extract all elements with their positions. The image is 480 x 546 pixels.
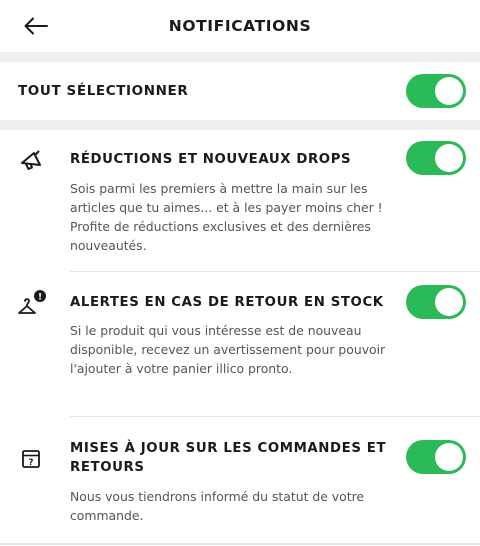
row-separator <box>70 271 480 272</box>
svg-text:?: ? <box>29 458 34 468</box>
option-description: Nous vous tiendrons informé du statut de… <box>70 489 365 523</box>
section-divider <box>0 52 480 62</box>
toggle-knob <box>435 77 463 105</box>
megaphone-icon <box>21 150 41 170</box>
restock-alerts-toggle[interactable] <box>406 285 466 319</box>
toggle-knob <box>435 144 463 172</box>
select-all-toggle[interactable] <box>406 74 466 108</box>
select-all-row: TOUT SÉLECTIONNER <box>0 62 480 120</box>
page-title: NOTIFICATIONS <box>168 17 312 35</box>
option-title: ALERTES EN CAS DE RETOUR EN STOCK <box>70 295 384 310</box>
header-bar: NOTIFICATIONS <box>0 0 480 52</box>
package-question-icon: ? <box>22 450 40 468</box>
reductions-toggle[interactable] <box>406 141 466 175</box>
option-title: RÉDUCTIONS ET NOUVEAUX DROPS <box>70 152 352 167</box>
bottom-divider <box>0 543 480 545</box>
option-description: Sois parmi les premiers à mettre la main… <box>70 181 383 253</box>
toggle-knob <box>435 443 463 471</box>
option-title: MISES À JOUR SUR LES COMMANDES ET RETOUR… <box>70 441 387 475</box>
toggle-knob <box>435 288 463 316</box>
row-separator <box>70 416 480 417</box>
order-updates-toggle[interactable] <box>406 440 466 474</box>
section-divider <box>0 120 480 130</box>
select-all-label: TOUT SÉLECTIONNER <box>18 83 189 99</box>
hanger-alert-icon: ! <box>18 290 46 314</box>
option-description: Si le produit qui vous intéresse est de … <box>70 323 386 376</box>
svg-text:!: ! <box>38 293 42 303</box>
